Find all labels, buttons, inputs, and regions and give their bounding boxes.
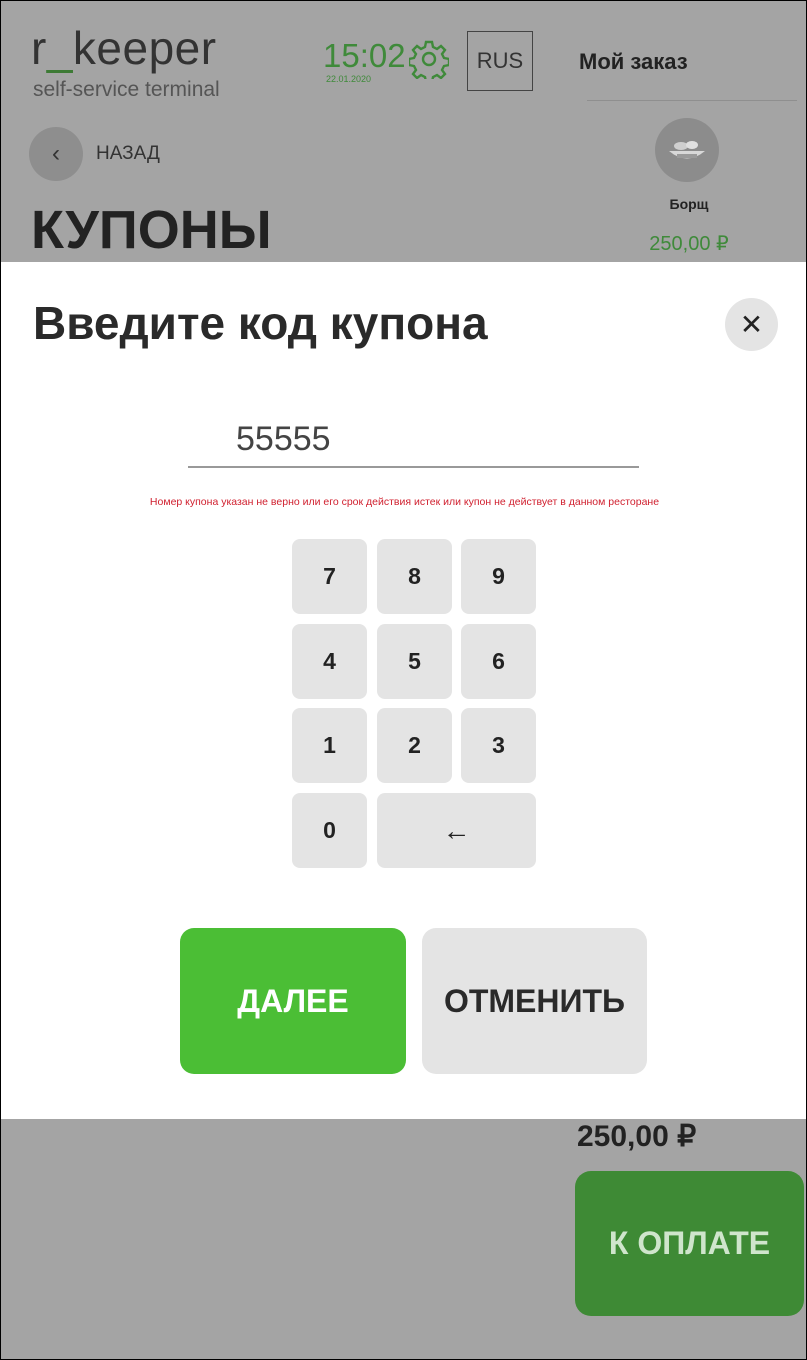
- order-total: 250,00 ₽: [577, 1120, 697, 1153]
- dish-thumbnail[interactable]: [655, 118, 719, 182]
- order-title: Мой заказ: [579, 49, 688, 74]
- cancel-button[interactable]: ОТМЕНИТЬ: [422, 928, 647, 1074]
- key-9[interactable]: 9: [461, 539, 536, 614]
- kiosk-screen: r_keeper self-service terminal 15:02 22.…: [0, 0, 807, 1360]
- close-icon: ✕: [739, 309, 764, 340]
- clock-date: 22.01.2020: [326, 74, 372, 84]
- brand-tagline: self-service terminal: [33, 78, 220, 101]
- dialog-title: Введите код купона: [33, 297, 488, 349]
- page-title: КУПОНЫ: [31, 200, 272, 260]
- key-2[interactable]: 2: [377, 708, 452, 783]
- backspace-key[interactable]: ←: [377, 793, 536, 868]
- order-divider: [587, 100, 797, 101]
- error-message: Номер купона указан не верно или его сро…: [149, 496, 660, 508]
- next-button[interactable]: ДАЛЕЕ: [180, 928, 406, 1074]
- key-1[interactable]: 1: [292, 708, 367, 783]
- key-6[interactable]: 6: [461, 624, 536, 699]
- gear-icon[interactable]: [407, 39, 451, 84]
- key-0[interactable]: 0: [292, 793, 367, 868]
- coupon-dialog: Введите код купона ✕ Номер купона указан…: [1, 262, 806, 1119]
- coupon-code-input[interactable]: [188, 412, 639, 468]
- back-label[interactable]: НАЗАД: [96, 143, 160, 165]
- back-button[interactable]: ‹: [29, 127, 83, 181]
- language-button[interactable]: RUS: [467, 31, 533, 91]
- brand-logo: r_keeper: [31, 22, 217, 74]
- key-7[interactable]: 7: [292, 539, 367, 614]
- key-8[interactable]: 8: [377, 539, 452, 614]
- chevron-left-icon: ‹: [52, 140, 60, 167]
- clock-time: 15:02: [323, 37, 406, 74]
- dish-price: 250,00 ₽: [649, 233, 729, 255]
- backspace-icon: ←: [442, 814, 471, 846]
- key-3[interactable]: 3: [461, 708, 536, 783]
- key-4[interactable]: 4: [292, 624, 367, 699]
- dish-name: Борщ: [669, 196, 709, 212]
- close-button[interactable]: ✕: [725, 298, 778, 351]
- checkout-button[interactable]: К ОПЛАТЕ: [575, 1171, 804, 1316]
- key-5[interactable]: 5: [377, 624, 452, 699]
